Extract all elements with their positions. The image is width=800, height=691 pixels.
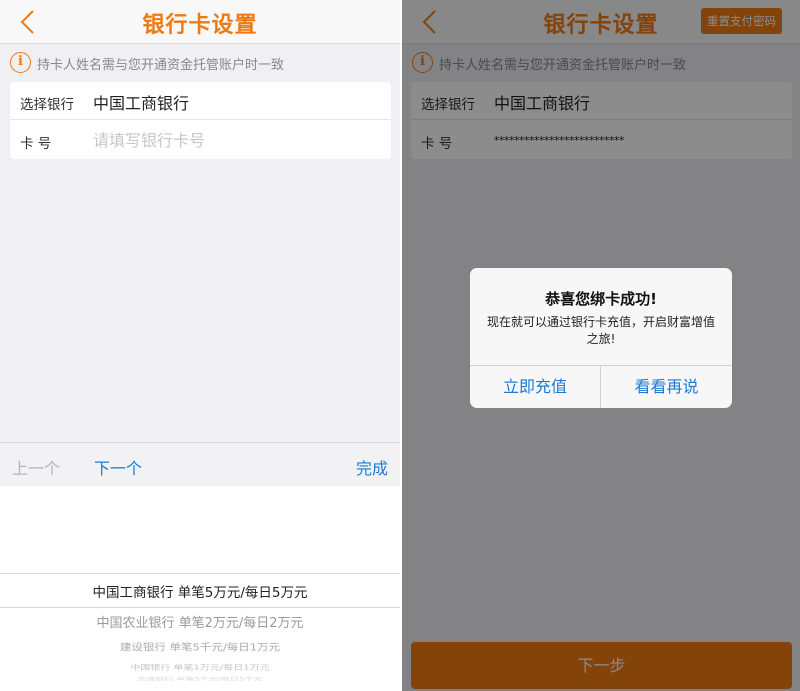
done-button[interactable]: 完成 <box>356 455 388 479</box>
page-title: 银行卡设置 <box>142 13 258 38</box>
success-alert-dialog: 恭喜您绑卡成功! 现在就可以通过银行卡充值，开启财富增值之旅! 立即充值 看看再… <box>470 268 732 408</box>
picker-option[interactable]: 建设银行 单笔5千元/每日1万元 <box>0 640 400 654</box>
alert-button-row: 立即充值 看看再说 <box>470 365 732 408</box>
notice-bar: i 持卡人姓名需与您开通资金托管账户时一致 <box>0 52 400 73</box>
card-number-input[interactable] <box>93 128 373 152</box>
notice-text: 持卡人姓名需与您开通资金托管账户时一致 <box>37 58 285 73</box>
next-field-button[interactable]: 下一个 <box>94 455 142 479</box>
alert-message: 现在就可以通过银行卡充值，开启财富增值之旅! <box>486 315 715 346</box>
keyboard-toolbar: 上一个 下一个 完成 <box>0 442 400 486</box>
navbar: 银行卡设置 <box>0 0 400 44</box>
card-number-row: 卡 号 <box>10 121 391 159</box>
picker-option[interactable]: 交通银行 单笔5千元/每日5千元 <box>0 675 400 682</box>
picker-selection-bottom-line <box>0 607 400 608</box>
recharge-now-button[interactable]: 立即充值 <box>470 366 601 408</box>
picker-option[interactable]: 中国农业银行 单笔2万元/每日2万元 <box>0 612 400 631</box>
bank-select-row[interactable]: 选择银行 中国工商银行 <box>10 82 391 120</box>
later-button[interactable]: 看看再说 <box>601 366 732 408</box>
bank-select-value[interactable]: 中国工商银行 <box>93 90 189 114</box>
card-number-label: 卡 号 <box>20 136 52 152</box>
info-circle-icon: i <box>10 52 31 73</box>
picker-option[interactable]: 中国银行 单笔1万元/每日1万元 <box>0 661 400 672</box>
bank-card-settings-screen-input: 银行卡设置 i 持卡人姓名需与您开通资金托管账户时一致 选择银行 中国工商银行 … <box>0 0 400 691</box>
bank-picker[interactable]: 中国工商银行 单笔5万元/每日5万元 中国农业银行 单笔2万元/每日2万元 建设… <box>0 486 400 691</box>
bank-card-form: 选择银行 中国工商银行 卡 号 <box>10 82 391 159</box>
bank-label: 选择银行 <box>20 97 74 113</box>
picker-option[interactable]: 中国工商银行 单笔5万元/每日5万元 <box>0 581 400 601</box>
previous-field-button[interactable]: 上一个 <box>12 455 60 479</box>
picker-selection-top-line <box>0 573 400 574</box>
bank-card-settings-screen-success: 银行卡设置 重置支付密码 i 持卡人姓名需与您开通资金托管账户时一致 选择银行 … <box>402 0 800 691</box>
alert-title: 恭喜您绑卡成功! <box>545 290 657 308</box>
